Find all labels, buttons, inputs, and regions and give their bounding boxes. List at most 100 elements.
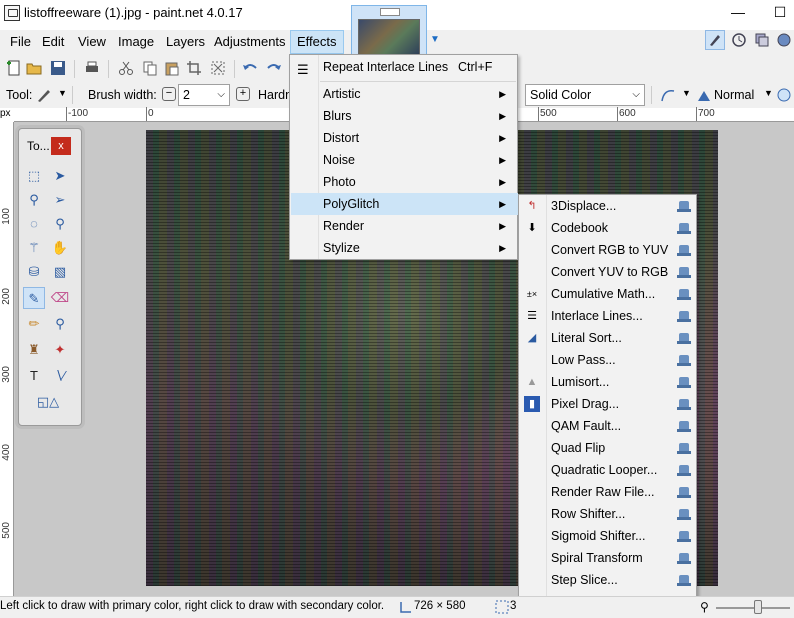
blend-mode-value[interactable]: Normal	[714, 88, 754, 102]
polyglitch-item-row-shifter[interactable]: Row Shifter...	[520, 503, 697, 525]
history-toggle-icon[interactable]	[730, 30, 750, 50]
effects-item-polyglitch[interactable]: PolyGlitch ▶	[291, 193, 518, 215]
tab-dropdown-icon[interactable]: ▼	[430, 34, 440, 45]
effects-item-render[interactable]: Render ▶	[291, 215, 518, 237]
zoom-slider-track[interactable]	[716, 607, 790, 609]
effects-item-photo[interactable]: Photo ▶	[291, 171, 518, 193]
submenu-arrow-icon: ▶	[499, 177, 506, 187]
text-icon[interactable]: T	[23, 365, 45, 387]
menu-file[interactable]: File	[4, 30, 37, 54]
layers-toggle-icon[interactable]	[752, 30, 772, 50]
gradient-icon[interactable]: ▧	[49, 261, 71, 283]
colors-toggle-icon[interactable]	[775, 30, 794, 50]
chevron-down-icon[interactable]: ⌵	[632, 85, 640, 105]
undo-icon[interactable]	[242, 60, 258, 76]
shapes-icon[interactable]: ◱△	[33, 391, 63, 413]
color-picker-icon[interactable]: ⚲	[49, 313, 71, 335]
pencil-icon[interactable]: ✏	[23, 313, 45, 335]
menu-layers[interactable]: Layers	[160, 30, 211, 54]
magic-wand-icon[interactable]: ⚚	[23, 237, 45, 259]
polyglitch-item-3displace[interactable]: ↰ 3Displace...	[520, 195, 697, 217]
effects-item-stylize[interactable]: Stylize ▶	[291, 237, 518, 259]
menu-effects[interactable]: Effects	[290, 30, 344, 54]
copy-icon[interactable]	[142, 60, 158, 76]
blend-mode-dropdown-icon[interactable]: ▼	[764, 88, 773, 98]
zoom-slider-thumb[interactable]	[754, 600, 762, 614]
plugin-icon	[677, 443, 691, 454]
minimize-button[interactable]: —	[728, 2, 748, 22]
selection-quality-icon[interactable]	[776, 87, 792, 103]
polyglitch-item-spiral-transform[interactable]: Spiral Transform	[520, 547, 697, 569]
brush-width-increase-button[interactable]: +	[236, 87, 250, 101]
polyglitch-item-qam-fault[interactable]: QAM Fault...	[520, 415, 697, 437]
thumbnail-close-icon[interactable]	[380, 8, 400, 16]
brush-width-decrease-button[interactable]: −	[162, 87, 176, 101]
menu-edit[interactable]: Edit	[36, 30, 70, 54]
zoom-icon[interactable]: ⚲	[49, 213, 71, 235]
cut-icon[interactable]	[118, 60, 134, 76]
paintbrush-tool-icon[interactable]	[36, 87, 52, 103]
plugin-icon	[677, 487, 691, 498]
paintbrush-icon[interactable]: ✎	[23, 287, 45, 309]
plugin-icon	[677, 421, 691, 432]
polyglitch-item-step-slice[interactable]: Step Slice...	[520, 569, 697, 591]
antialiasing-dropdown-icon[interactable]: ▼	[682, 88, 691, 98]
rectangle-select-icon[interactable]: ⬚	[23, 165, 45, 187]
tools-toggle-icon[interactable]	[705, 30, 725, 50]
plugin-icon	[677, 377, 691, 388]
effects-item-noise[interactable]: Noise ▶	[291, 149, 518, 171]
submenu-arrow-icon: ▶	[499, 133, 506, 143]
move-selected-icon[interactable]: ➤	[49, 165, 71, 187]
tool-dropdown-icon[interactable]: ▼	[58, 88, 67, 98]
menu-image[interactable]: Image	[112, 30, 160, 54]
polyglitch-item-rgb-to-yuv[interactable]: Convert RGB to YUV	[520, 239, 697, 261]
eraser-icon[interactable]: ⌫	[49, 287, 71, 309]
effects-item-blurs[interactable]: Blurs ▶	[291, 105, 518, 127]
clone-stamp-icon[interactable]: ♜	[23, 339, 45, 361]
zoom-icon[interactable]: ⚲	[700, 600, 709, 614]
save-icon[interactable]	[50, 60, 66, 76]
recolor-icon[interactable]: ✦	[49, 339, 71, 361]
polyglitch-item-interlace-lines[interactable]: ☰ Interlace Lines...	[520, 305, 697, 327]
repeat-interlace-lines-item[interactable]: ☰ Repeat Interlace Lines Ctrl+F	[291, 56, 518, 78]
tools-window: To... x ⬚ ➤ ⚲ ➢ ◌ ⚲ ⚚ ✋ ⛁ ▧ ✎ ⌫ ✏ ⚲ ♜ ✦ …	[18, 128, 82, 426]
fill-mode-dropdown[interactable]: Solid Color ⌵	[525, 84, 645, 106]
polyglitch-item-quadratic-looper[interactable]: Quadratic Looper...	[520, 459, 697, 481]
polyglitch-item-lumisort[interactable]: ▲ Lumisort...	[520, 371, 697, 393]
polyglitch-item-pixel-drag[interactable]: ▮ Pixel Drag...	[520, 393, 697, 415]
interlace-lines-icon: ☰	[527, 310, 537, 322]
ruler-tick-label: 400	[1, 444, 12, 461]
polyglitch-item-codebook[interactable]: ⬇ Codebook	[520, 217, 697, 239]
line-curve-icon[interactable]: ∖∕	[49, 365, 71, 387]
effects-item-distort[interactable]: Distort ▶	[291, 127, 518, 149]
polyglitch-item-sigmoid-shifter[interactable]: Sigmoid Shifter...	[520, 525, 697, 547]
polyglitch-item-cumulative-math[interactable]: ±× Cumulative Math...	[520, 283, 697, 305]
menu-view[interactable]: View	[72, 30, 112, 54]
polyglitch-item-literal-sort[interactable]: ◢ Literal Sort...	[520, 327, 697, 349]
chevron-down-icon[interactable]: ⌵	[217, 85, 225, 105]
paint-bucket-icon[interactable]: ⛁	[23, 261, 45, 283]
effects-item-artistic[interactable]: Artistic ▶	[291, 83, 518, 105]
submenu-arrow-icon: ▶	[499, 199, 506, 209]
redo-icon[interactable]	[266, 60, 282, 76]
polyglitch-item-render-raw-file[interactable]: Render Raw File...	[520, 481, 697, 503]
polyglitch-item-yuv-to-rgb[interactable]: Convert YUV to RGB	[520, 261, 697, 283]
print-icon[interactable]	[84, 60, 100, 76]
codebook-icon: ⬇	[527, 222, 537, 234]
brush-width-field[interactable]: 2 ⌵	[178, 84, 230, 106]
ellipse-select-icon[interactable]: ◌	[23, 213, 45, 235]
open-file-icon[interactable]	[26, 60, 42, 76]
maximize-button[interactable]: ☐	[770, 2, 790, 22]
crop-icon[interactable]	[186, 60, 202, 76]
paste-icon[interactable]	[164, 60, 180, 76]
tools-window-close-button[interactable]: x	[51, 137, 71, 155]
lasso-select-icon[interactable]: ⚲	[23, 189, 45, 211]
polyglitch-item-low-pass[interactable]: Low Pass...	[520, 349, 697, 371]
pan-icon[interactable]: ✋	[49, 237, 71, 259]
menu-adjustments[interactable]: Adjustments	[208, 30, 292, 54]
antialiasing-icon[interactable]	[660, 87, 676, 103]
move-selection-icon[interactable]: ➢	[49, 189, 71, 211]
deselect-icon[interactable]	[210, 60, 226, 76]
polyglitch-item-quad-flip[interactable]: Quad Flip	[520, 437, 697, 459]
new-file-icon[interactable]	[6, 60, 22, 76]
